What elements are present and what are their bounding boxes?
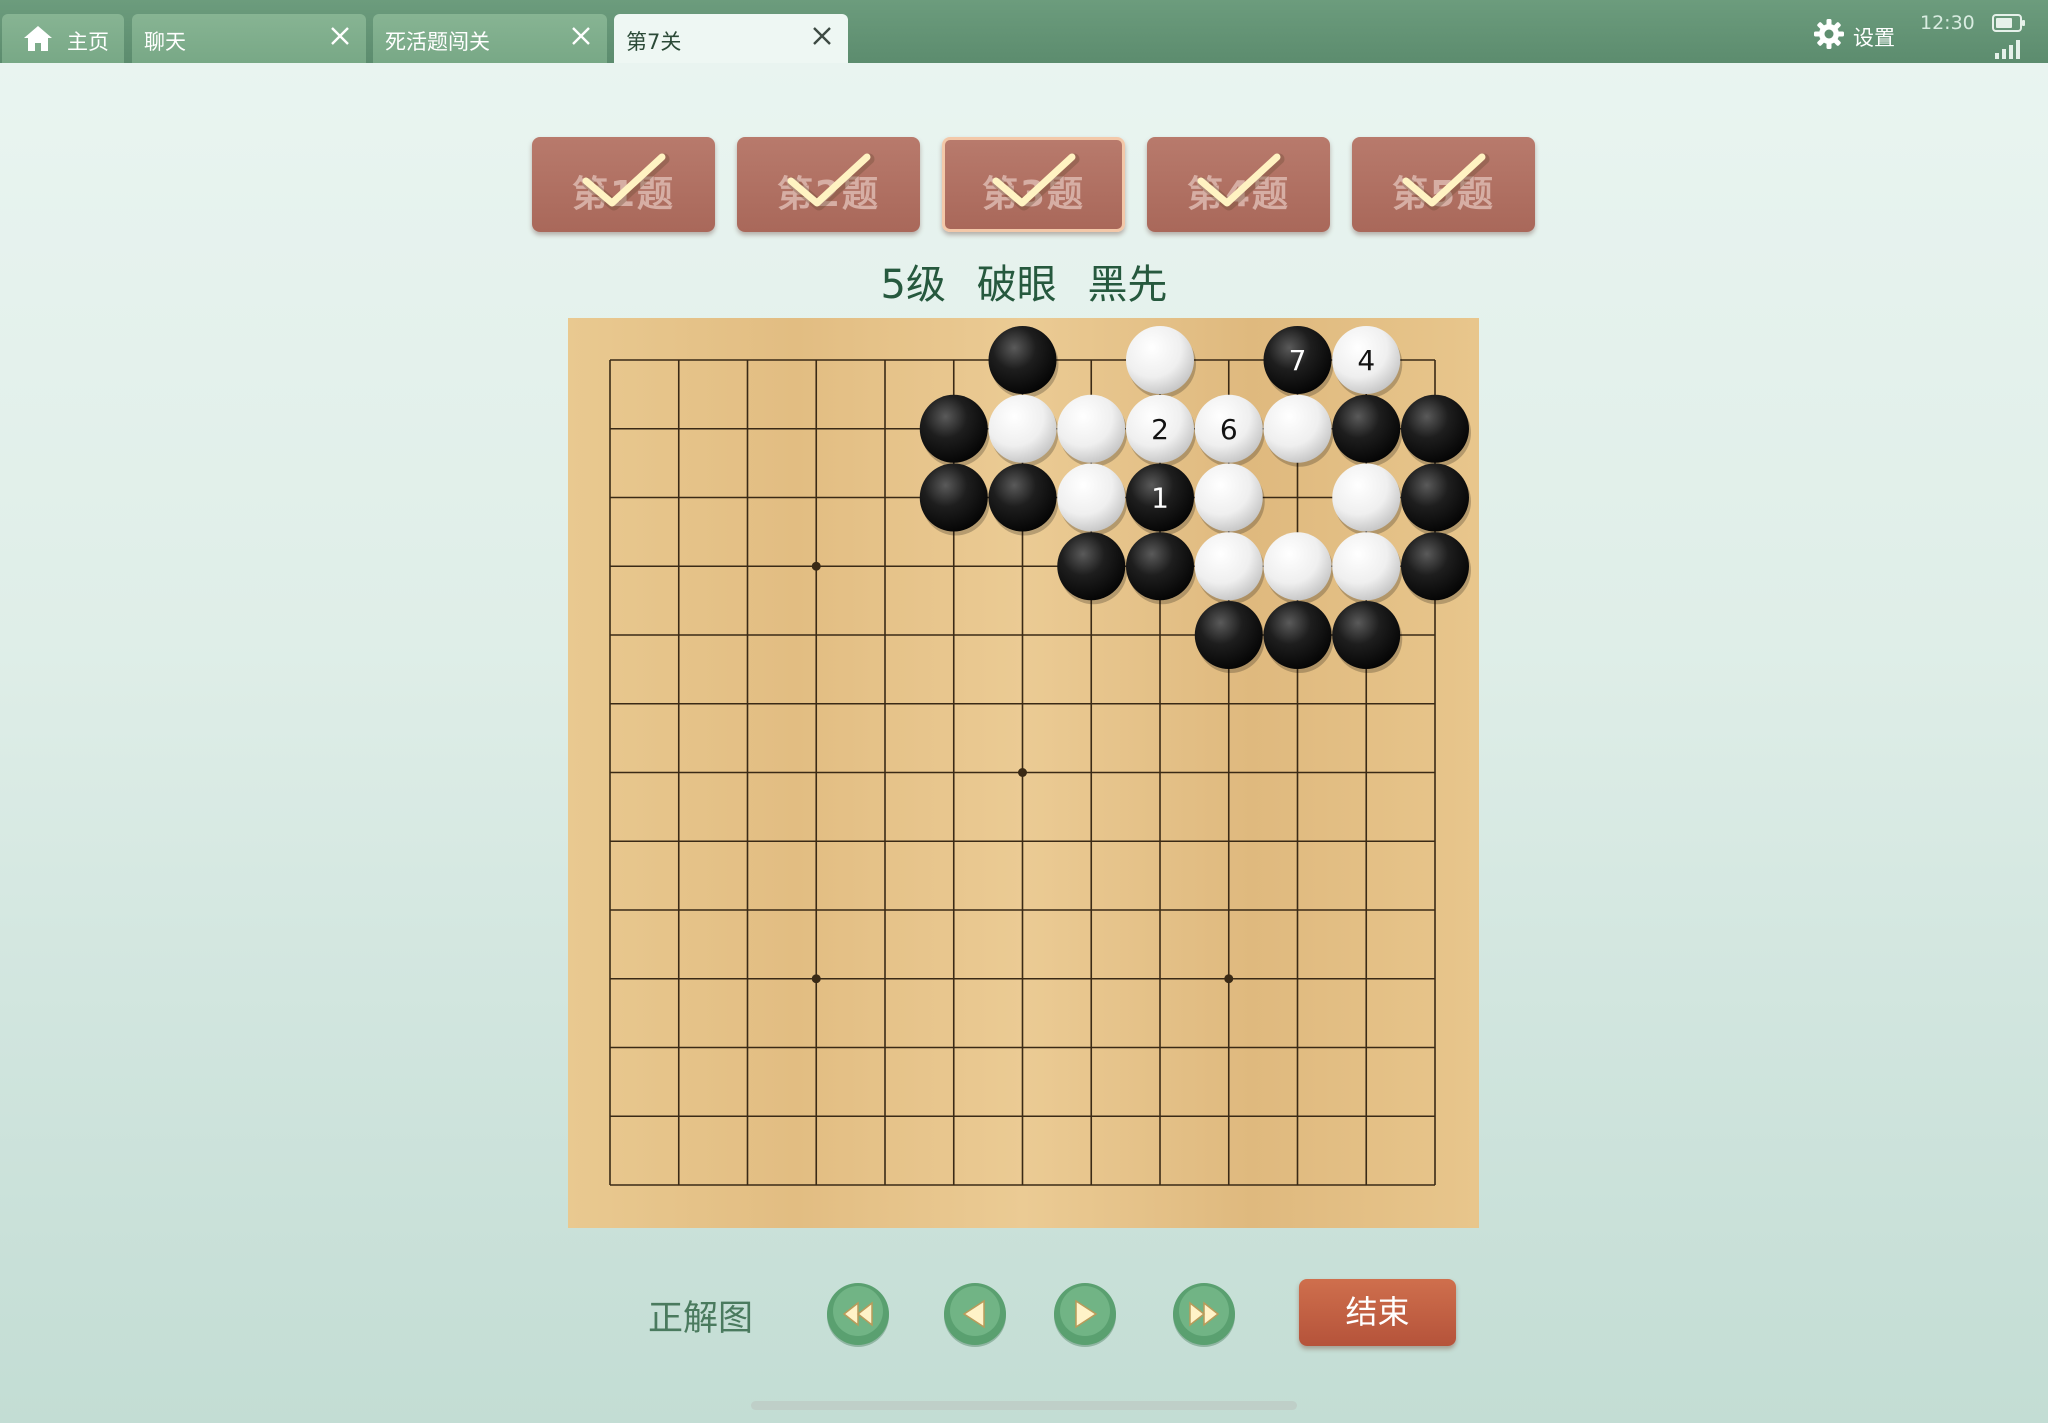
black-stone	[1194, 601, 1263, 669]
star-point	[1018, 768, 1027, 777]
check-icon	[1197, 153, 1285, 211]
problem-level: 5级	[880, 262, 946, 308]
problem-5-button[interactable]: 第5题	[1352, 137, 1535, 232]
tab-home-label: 主页	[67, 30, 109, 54]
last-move-button[interactable]	[1171, 1281, 1237, 1347]
black-stone	[1263, 601, 1332, 669]
white-stone	[1057, 463, 1126, 532]
gear-icon	[1813, 18, 1845, 55]
close-icon[interactable]	[567, 22, 595, 50]
tab-life-death-challenge[interactable]: 死活题闯关	[373, 14, 607, 63]
top-bar: 主页 聊天 死活题闯关 第7关 设置 12:30	[0, 0, 2048, 63]
problem-2-button[interactable]: 第2题	[737, 137, 920, 232]
black-stone	[1126, 532, 1194, 601]
first-move-button[interactable]	[825, 1281, 891, 1347]
tab-level-7-label: 第7关	[626, 30, 682, 54]
tab-chat[interactable]: 聊天	[132, 14, 366, 63]
clock-time: 12:30	[1920, 12, 1975, 34]
problem-3-button[interactable]: 第3题	[942, 137, 1125, 232]
black-stone	[1057, 532, 1126, 601]
white-stone	[1194, 532, 1263, 601]
star-point	[1224, 974, 1234, 984]
white-stone	[1194, 463, 1263, 532]
home-indicator[interactable]	[751, 1401, 1297, 1410]
tab-home[interactable]: 主页	[2, 14, 124, 63]
white-stone	[988, 394, 1057, 463]
black-stone	[1332, 601, 1401, 669]
end-button[interactable]: 结束	[1299, 1279, 1456, 1346]
white-stone	[1057, 394, 1126, 463]
answer-diagram-label: 正解图	[648, 1299, 754, 1339]
black-stone	[988, 326, 1057, 394]
tab-chat-label: 聊天	[144, 30, 186, 54]
signal-icon	[1994, 38, 2024, 64]
home-icon	[22, 24, 54, 57]
move-number: 2	[1151, 413, 1169, 446]
move-number: 1	[1151, 482, 1169, 515]
check-icon	[787, 153, 875, 211]
move-number: 6	[1220, 413, 1238, 446]
battery-icon	[1992, 14, 2026, 36]
problem-topic: 破眼	[976, 262, 1057, 308]
previous-move-button[interactable]	[942, 1281, 1008, 1347]
go-board[interactable]: 7 4 2 6 1	[568, 318, 1479, 1228]
black-stone	[988, 463, 1057, 532]
black-stone	[1401, 394, 1469, 463]
black-stone	[1401, 532, 1469, 601]
problem-subtitle: 5级 破眼 黑先	[0, 252, 2048, 310]
black-stone	[1401, 463, 1469, 532]
move-number: 7	[1289, 344, 1307, 377]
white-stone	[1332, 463, 1401, 532]
tab-life-death-challenge-label: 死活题闯关	[385, 30, 490, 54]
white-stone	[1126, 326, 1194, 394]
check-icon	[992, 153, 1080, 211]
close-icon[interactable]	[326, 22, 354, 50]
star-point	[811, 974, 821, 984]
white-stone	[1332, 532, 1401, 601]
black-stone	[1332, 394, 1401, 463]
close-icon[interactable]	[808, 22, 836, 50]
problem-1-button[interactable]: 第1题	[532, 137, 715, 232]
settings-label: 设置	[1853, 26, 1895, 50]
check-icon	[1402, 153, 1490, 211]
white-stone	[1263, 532, 1332, 601]
tab-level-7[interactable]: 第7关	[614, 14, 848, 63]
black-stone	[919, 394, 988, 463]
problem-to-play: 黑先	[1087, 262, 1168, 308]
black-stone	[919, 463, 988, 532]
star-point	[811, 561, 821, 571]
white-stone	[1263, 394, 1332, 463]
move-number: 4	[1357, 344, 1375, 377]
check-icon	[582, 153, 670, 211]
problem-4-button[interactable]: 第4题	[1147, 137, 1330, 232]
next-move-button[interactable]	[1052, 1281, 1118, 1347]
